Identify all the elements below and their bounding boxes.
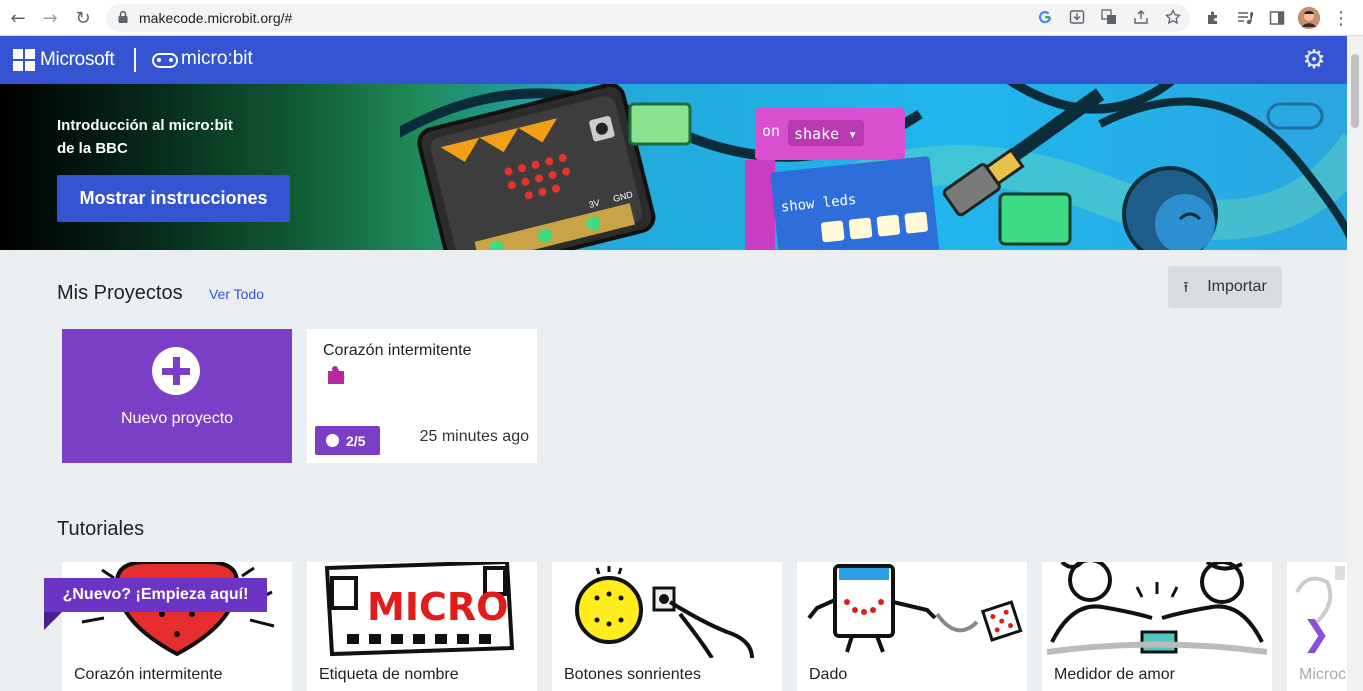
microsoft-logo-icon[interactable] <box>13 49 35 71</box>
name-tag-illustration: MICRO <box>324 562 515 657</box>
microbit-brand[interactable]: micro:bit <box>181 48 253 70</box>
tutorial-card[interactable]: Dado <box>797 562 1027 691</box>
tutorials-heading: Tutoriales <box>57 518 145 540</box>
share-icon[interactable] <box>1132 8 1150 26</box>
my-projects-heading: Mis Proyectos <box>57 282 183 304</box>
reload-icon[interactable]: ↻ <box>71 6 95 30</box>
install-app-icon[interactable] <box>1068 8 1086 26</box>
address-bar[interactable]: makecode.microbit.org/# <box>106 4 1190 32</box>
project-timestamp: 25 minutes ago <box>419 428 529 445</box>
url-text[interactable]: makecode.microbit.org/# <box>139 10 292 26</box>
smiley-buttons-illustration <box>575 566 754 658</box>
progress-circle-icon <box>326 434 339 447</box>
hero-title-line1: Introducción al micro:bit <box>57 117 233 134</box>
browser-menu-icon[interactable]: ⋮ <box>1330 7 1352 29</box>
puzzle-piece-icon <box>328 366 345 384</box>
import-button[interactable]: ⭱ Importar <box>1168 266 1282 308</box>
tutorial-card[interactable]: Medidor de amor <box>1042 562 1272 691</box>
tutorial-label: Botones sonrientes <box>564 666 701 683</box>
new-here-badge[interactable]: ¿Nuevo? ¡Empieza aquí! <box>44 578 267 612</box>
hero-title-line2: de la BBC <box>57 140 128 157</box>
bookmark-star-icon[interactable] <box>1164 8 1182 26</box>
microsoft-brand[interactable]: Microsoft <box>40 49 115 71</box>
settings-gear-icon[interactable]: ⚙ <box>1301 47 1327 73</box>
block-shake-label: shake ▾ <box>794 125 857 143</box>
plus-icon <box>152 347 200 395</box>
tutorial-card[interactable]: MICRO Etiqueta de nombre <box>307 562 537 691</box>
block-on-label: on <box>762 122 780 140</box>
project-name: Corazón intermitente <box>323 342 472 359</box>
import-label: Importar <box>1207 278 1267 295</box>
show-instructions-button[interactable]: Mostrar instrucciones <box>57 175 290 222</box>
upload-icon: ⭱ <box>1183 278 1189 296</box>
scrollbar-thumb[interactable] <box>1351 54 1359 128</box>
forward-icon[interactable]: → <box>38 6 62 30</box>
micro-art-text: MICRO <box>367 585 508 629</box>
profile-avatar[interactable] <box>1298 7 1320 29</box>
new-project-label: Nuevo proyecto <box>120 410 234 427</box>
tutorial-label: Microc <box>1299 666 1347 683</box>
back-icon[interactable]: ← <box>6 6 30 30</box>
lock-icon <box>118 11 128 23</box>
google-icon[interactable] <box>1036 8 1054 26</box>
ribbon-tail <box>44 612 62 630</box>
hero-illustration: GND 3V on shake ▾ show leds <box>400 84 1347 250</box>
extensions-icon[interactable] <box>1202 7 1224 29</box>
page-scrollbar[interactable] <box>1347 36 1363 691</box>
hero-title: Introducción al micro:bit de la BBC <box>57 114 277 160</box>
tutorial-card[interactable]: Botones sonrientes <box>552 562 782 691</box>
app-header: Microsoft micro:bit ⚙ <box>0 36 1347 84</box>
tutorial-label: Corazón intermitente <box>74 666 223 683</box>
tutorial-label: Medidor de amor <box>1054 666 1175 683</box>
love-meter-illustration <box>1046 562 1268 655</box>
project-card[interactable]: Corazón intermitente 2/5 25 minutes ago <box>307 329 537 463</box>
media-icon[interactable] <box>1234 7 1256 29</box>
side-panel-icon[interactable] <box>1266 7 1288 29</box>
browser-toolbar: ← → ↻ makecode.microbit.org/# ⋮ <box>0 0 1363 36</box>
view-all-link[interactable]: Ver Todo <box>209 286 264 302</box>
microbit-logo-icon[interactable] <box>152 53 178 68</box>
header-divider <box>134 48 136 72</box>
tutorial-progress-badge: 2/5 <box>315 426 380 455</box>
translate-icon[interactable] <box>1100 8 1118 26</box>
progress-text: 2/5 <box>346 432 366 449</box>
tutorial-label: Dado <box>809 666 848 683</box>
hero-banner: GND 3V on shake ▾ show leds Introducción… <box>0 84 1347 250</box>
next-arrow-icon[interactable]: ❯ <box>1302 614 1331 654</box>
tutorial-label: Etiqueta de nombre <box>319 666 459 683</box>
dice-illustration <box>807 564 1023 653</box>
new-project-card[interactable]: Nuevo proyecto <box>62 329 292 463</box>
